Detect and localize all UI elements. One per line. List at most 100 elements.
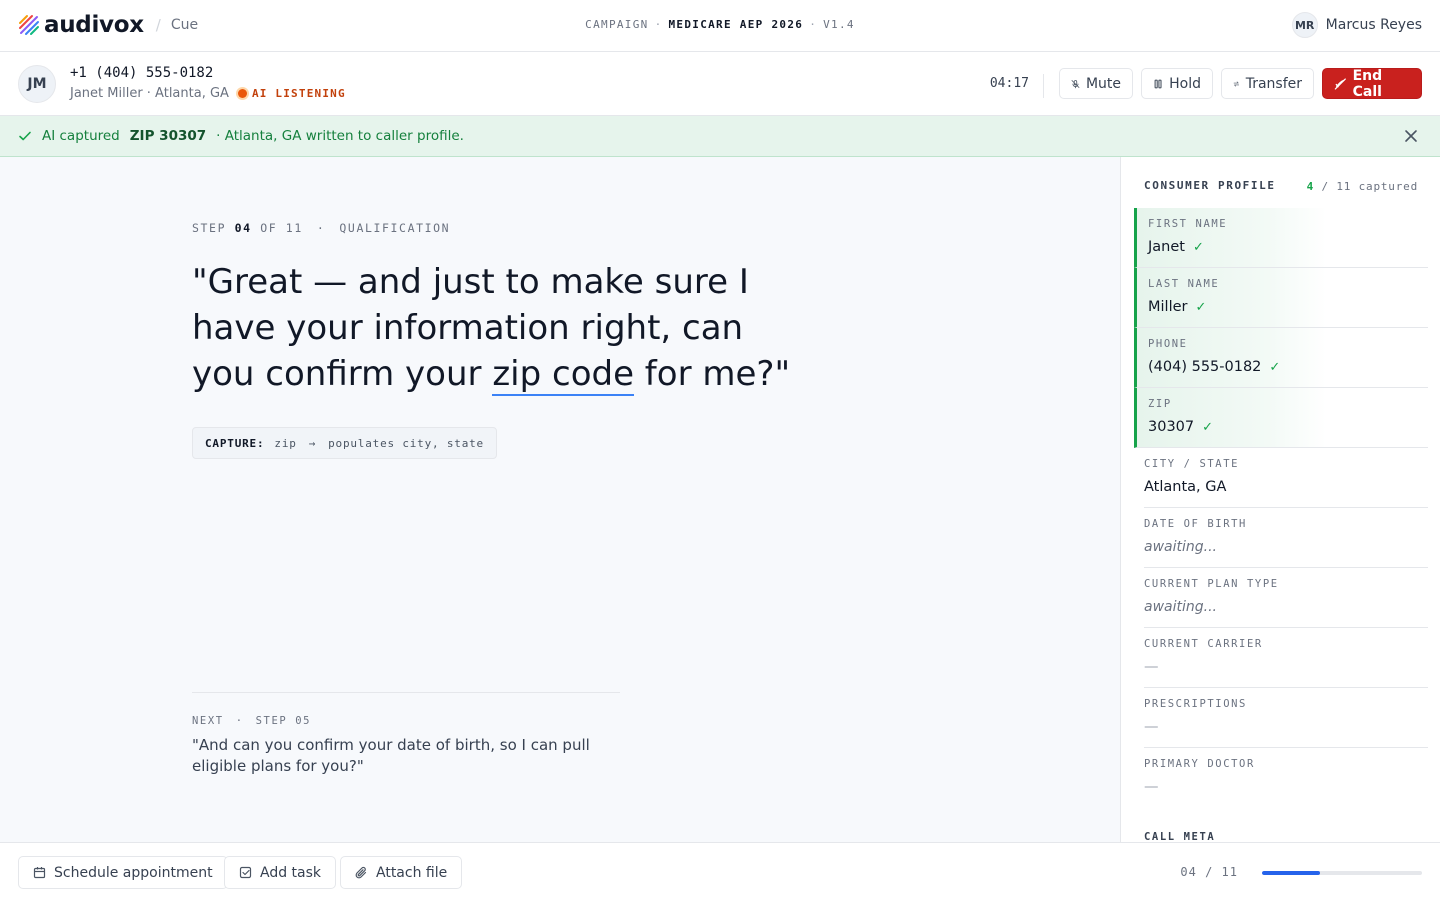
field-value-text: Miller bbox=[1148, 299, 1188, 315]
profile-field-current-carrier[interactable]: CURRENT CARRIER — bbox=[1144, 628, 1428, 688]
field-label: CURRENT CARRIER bbox=[1144, 638, 1263, 650]
field-value: 30307 ✓ bbox=[1148, 419, 1213, 435]
campaign-version: V1.4 bbox=[823, 18, 855, 31]
avatar: MR bbox=[1291, 12, 1318, 38]
add-task-button[interactable]: Add task bbox=[224, 856, 337, 889]
field-label: ZIP bbox=[1148, 398, 1172, 410]
end-call-button[interactable]: End Call bbox=[1322, 67, 1422, 100]
script-highlight: zip code bbox=[492, 354, 634, 396]
profile-field-zip[interactable]: ZIP 30307 ✓ bbox=[1134, 388, 1428, 448]
check-icon: ✓ bbox=[1202, 420, 1214, 435]
profile-field-prescriptions[interactable]: PRESCRIPTIONS — bbox=[1144, 688, 1428, 748]
next-word: NEXT bbox=[192, 715, 224, 727]
field-value: — bbox=[1144, 659, 1159, 675]
campaign-name: MEDICARE AEP 2026 bbox=[668, 18, 804, 31]
pause-icon bbox=[1154, 79, 1162, 88]
capture-effect: populates city, state bbox=[328, 436, 484, 450]
next-step-number: STEP 05 bbox=[255, 715, 312, 727]
end-call-label: End Call bbox=[1352, 67, 1383, 100]
transfer-label: Transfer bbox=[1245, 75, 1302, 92]
profile-field-current-plan-type[interactable]: CURRENT PLAN TYPE awaiting... bbox=[1144, 568, 1428, 628]
captured-number: 4 bbox=[1306, 180, 1315, 193]
transfer-button[interactable]: Transfer bbox=[1221, 68, 1314, 99]
profile-field-primary-doctor[interactable]: PRIMARY DOCTOR — bbox=[1144, 748, 1428, 808]
caller-meta: Janet Miller · Atlanta, GA bbox=[70, 86, 229, 101]
caller-phone: +1 (404) 555-0182 bbox=[70, 65, 214, 81]
field-label: PHONE bbox=[1148, 338, 1188, 350]
field-value: (404) 555-0182 ✓ bbox=[1148, 359, 1280, 375]
field-value-text: 30307 bbox=[1148, 419, 1195, 435]
user-name: Marcus Reyes bbox=[1325, 17, 1422, 33]
banner-suffix: · Atlanta, GA written to caller profile. bbox=[216, 128, 464, 144]
field-value: Miller ✓ bbox=[1148, 299, 1206, 315]
step-progress-bar bbox=[1262, 871, 1422, 875]
hold-label: Hold bbox=[1169, 75, 1201, 92]
step-word: STEP bbox=[192, 221, 227, 235]
capture-field: zip bbox=[274, 436, 297, 450]
call-meta-title: CALL META bbox=[1144, 831, 1216, 842]
attach-file-button[interactable]: Attach file bbox=[340, 856, 463, 889]
field-value: — bbox=[1144, 779, 1159, 795]
mute-button[interactable]: Mute bbox=[1059, 68, 1133, 99]
separator-dot: · bbox=[316, 221, 326, 235]
banner-prefix: AI captured bbox=[42, 128, 120, 144]
footer-bar: Schedule appointment Add task Attach fil… bbox=[0, 842, 1440, 900]
ai-status: AI LISTENING bbox=[251, 87, 346, 100]
step-progress-fill bbox=[1262, 871, 1321, 875]
script-text: "Great — and just to make sure I have yo… bbox=[192, 259, 792, 397]
mic-off-icon bbox=[1071, 79, 1080, 88]
schedule-label: Schedule appointment bbox=[54, 864, 213, 881]
capture-notification: AI captured ZIP 30307 · Atlanta, GA writ… bbox=[0, 116, 1440, 157]
profile-field-last-name[interactable]: LAST NAME Miller ✓ bbox=[1134, 268, 1428, 328]
caller-avatar: JM bbox=[18, 65, 56, 103]
field-label: CITY / STATE bbox=[1144, 458, 1240, 470]
campaign-label: CAMPAIGN · MEDICARE AEP 2026 · V1.4 bbox=[0, 18, 1440, 31]
call-timer: 04:17 bbox=[990, 74, 1044, 98]
capture-hint: CAPTURE: zip → populates city, state bbox=[192, 427, 497, 459]
separator-dot: · bbox=[235, 715, 244, 727]
divider bbox=[192, 692, 620, 693]
attach-label: Attach file bbox=[376, 864, 448, 881]
step-progress-text: 04 / 11 bbox=[1180, 865, 1238, 879]
add-task-label: Add task bbox=[260, 864, 322, 881]
phone-hangup-icon bbox=[1334, 77, 1346, 90]
field-value-text: (404) 555-0182 bbox=[1148, 359, 1262, 375]
profile-field-phone[interactable]: PHONE (404) 555-0182 ✓ bbox=[1134, 328, 1428, 388]
schedule-appointment-button[interactable]: Schedule appointment bbox=[18, 856, 228, 889]
capture-label: CAPTURE: bbox=[205, 436, 265, 450]
field-value-text: Janet bbox=[1148, 239, 1185, 255]
top-bar: audivox / Cue CAMPAIGN · MEDICARE AEP 2026… bbox=[0, 0, 1440, 52]
step-section: QUALIFICATION bbox=[339, 221, 451, 235]
next-step-label: NEXT · STEP 05 bbox=[192, 715, 311, 727]
script-area: STEP 04 OF 11 · QUALIFICATION "Great — and… bbox=[0, 157, 1120, 842]
field-label: PRIMARY DOCTOR bbox=[1144, 758, 1255, 770]
profile-field-city-state[interactable]: CITY / STATE Atlanta, GA bbox=[1144, 448, 1428, 508]
field-label: CURRENT PLAN TYPE bbox=[1144, 578, 1279, 590]
consumer-profile-panel: CONSUMER PROFILE 4 / 11 captured FIRST N… bbox=[1120, 157, 1440, 842]
task-check-icon bbox=[239, 866, 252, 879]
field-value: — bbox=[1144, 719, 1159, 735]
mute-label: Mute bbox=[1085, 75, 1121, 92]
check-icon bbox=[19, 131, 31, 141]
check-icon: ✓ bbox=[1195, 300, 1207, 315]
listening-indicator-icon bbox=[237, 89, 247, 98]
field-label: DATE OF BIRTH bbox=[1144, 518, 1247, 530]
field-value: awaiting... bbox=[1144, 599, 1217, 615]
step-number: 04 bbox=[234, 221, 252, 235]
check-icon: ✓ bbox=[1269, 360, 1281, 375]
profile-field-date-of-birth[interactable]: DATE OF BIRTH awaiting... bbox=[1144, 508, 1428, 568]
arrow-right-icon: → bbox=[308, 436, 317, 450]
step-total: OF 11 bbox=[260, 221, 303, 235]
hold-button[interactable]: Hold bbox=[1141, 68, 1213, 99]
user-menu[interactable]: MR Marcus Reyes bbox=[1291, 12, 1422, 38]
next-step-text: "And can you confirm your date of birth,… bbox=[192, 736, 590, 775]
check-icon: ✓ bbox=[1192, 240, 1204, 255]
calendar-icon bbox=[33, 867, 46, 879]
banner-highlight: ZIP 30307 bbox=[129, 128, 207, 144]
close-icon[interactable] bbox=[1404, 129, 1418, 143]
profile-field-first-name[interactable]: FIRST NAME Janet ✓ bbox=[1134, 208, 1428, 268]
step-indicator: STEP 04 OF 11 · QUALIFICATION bbox=[192, 221, 450, 235]
field-label: LAST NAME bbox=[1148, 278, 1220, 290]
field-value: Atlanta, GA bbox=[1144, 479, 1227, 495]
campaign-prefix: CAMPAIGN bbox=[585, 18, 649, 31]
